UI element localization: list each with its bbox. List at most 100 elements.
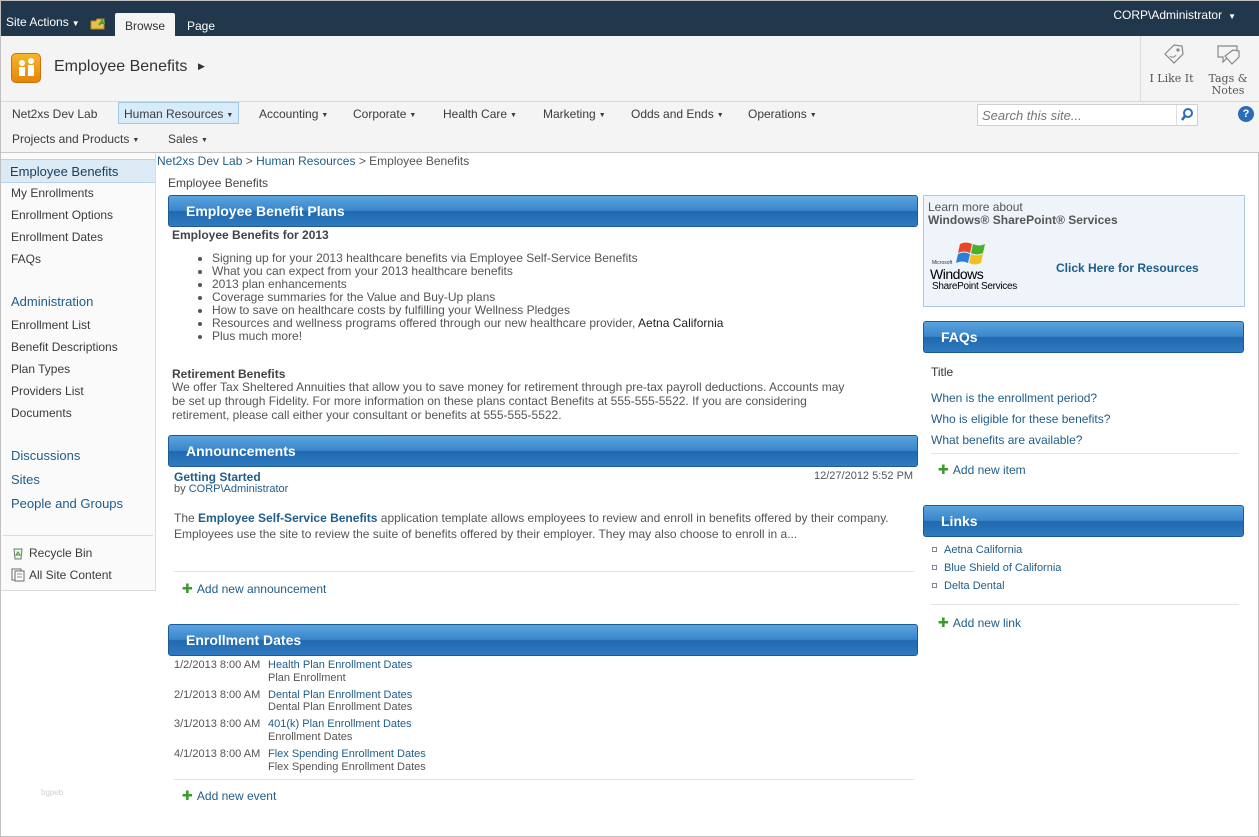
chevron-down-icon: ▼ — [1228, 12, 1236, 21]
chevron-down-icon: ▼ — [409, 112, 417, 119]
links-header[interactable]: Links — [923, 505, 1244, 537]
retirement-head: Retirement Benefits — [172, 367, 286, 381]
ess-benefits-link[interactable]: Employee Self-Service Benefits — [198, 511, 377, 525]
divider — [174, 571, 914, 572]
nav-label: Human Resources — [124, 107, 224, 121]
nav-item-health-care[interactable]: Health Care ▼ — [443, 103, 517, 125]
search-button[interactable] — [1176, 105, 1197, 125]
site-logo-icon[interactable] — [11, 53, 41, 83]
chevron-down-icon: ▼ — [132, 137, 140, 144]
ql-item-my-enrollments[interactable]: My Enrollments — [11, 186, 94, 200]
add-icon: ✚ — [182, 581, 193, 596]
ql-item-plan-types[interactable]: Plan Types — [11, 362, 70, 376]
top-navigation: Net2xs Dev Lab Human Resources ▼ Accounti… — [1, 102, 1259, 153]
event-title[interactable]: Health Plan Enrollment Dates — [268, 659, 412, 671]
add-link-link[interactable]: ✚ Add new link — [938, 615, 1021, 631]
event-title[interactable]: Dental Plan Enrollment Dates — [268, 689, 412, 701]
link-item[interactable]: Aetna California — [932, 544, 1022, 556]
announcement-title[interactable]: Getting Started — [174, 470, 261, 484]
event-sub: Enrollment Dates — [268, 731, 353, 743]
resources-link[interactable]: Click Here for Resources — [1056, 261, 1199, 275]
ql-head-people-and-groups[interactable]: People and Groups — [11, 496, 123, 511]
ql-item-faqs[interactable]: FAQs — [11, 252, 41, 266]
breadcrumb-parent[interactable]: Human Resources — [256, 154, 355, 168]
nav-item-sales[interactable]: Sales ▼ — [168, 128, 208, 150]
list-item: Plus much more! — [212, 330, 723, 343]
event-sub: Plan Enrollment — [268, 672, 346, 684]
title-row: Employee Benefits ▶ I Like It Tags & Note… — [1, 36, 1259, 102]
site-title[interactable]: Employee Benefits — [54, 58, 187, 76]
retirement-line-2: be set up through Fidelity. For more inf… — [172, 394, 807, 408]
tab-page[interactable]: Page — [179, 13, 223, 36]
add-icon: ✚ — [938, 462, 949, 477]
user-menu[interactable]: CORP\Administrator ▼ — [1113, 8, 1236, 22]
announcements-header[interactable]: Announcements — [168, 435, 918, 467]
ql-item-providers-list[interactable]: Providers List — [11, 384, 84, 398]
event-title[interactable]: 401(k) Plan Enrollment Dates — [268, 718, 412, 730]
chevron-right-icon[interactable]: ▶ — [198, 61, 205, 72]
nav-item-net2xs-dev-lab[interactable]: Net2xs Dev Lab — [12, 103, 97, 125]
faqs-header[interactable]: FAQs — [923, 321, 1244, 353]
faq-item[interactable]: What benefits are available? — [931, 433, 1082, 447]
site-actions-menu[interactable]: Site Actions ▼ — [6, 15, 80, 29]
nav-item-corporate[interactable]: Corporate ▼ — [353, 103, 416, 125]
body-text: application template allows employees to… — [380, 511, 889, 525]
link-item[interactable]: Blue Shield of California — [932, 562, 1061, 574]
add-label: Add new announcement — [196, 582, 327, 596]
nav-item-marketing[interactable]: Marketing ▼ — [543, 103, 606, 125]
navigate-up-icon[interactable] — [90, 16, 106, 30]
add-icon: ✚ — [182, 788, 193, 803]
ql-item-enrollment-dates[interactable]: Enrollment Dates — [11, 230, 103, 244]
ql-head-sites[interactable]: Sites — [11, 472, 40, 487]
recycle-bin-icon — [13, 548, 23, 560]
ql-item-enrollment-list[interactable]: Enrollment List — [11, 318, 90, 332]
add-label: Add new item — [952, 463, 1026, 477]
ql-item-enrollment-options[interactable]: Enrollment Options — [11, 208, 113, 222]
nav-item-operations[interactable]: Operations ▼ — [748, 103, 817, 125]
recycle-bin-link[interactable]: Recycle Bin — [11, 546, 92, 560]
search-icon — [1181, 108, 1193, 121]
add-icon: ✚ — [938, 615, 949, 630]
nav-item-projects-and-products[interactable]: Projects and Products ▼ — [12, 128, 139, 150]
nav-label: Projects and Products — [12, 132, 130, 146]
link-label: Aetna California — [944, 544, 1023, 556]
announcement-author[interactable]: CORP\Administrator — [189, 483, 289, 495]
chevron-down-icon: ▼ — [71, 19, 80, 28]
resources-learn: Learn more about — [928, 200, 1023, 214]
site-actions-label: Site Actions — [6, 15, 69, 29]
i-like-it-button[interactable]: I Like It — [1140, 36, 1202, 102]
nav-label: Accounting — [259, 107, 319, 121]
faq-item[interactable]: When is the enrollment period? — [931, 391, 1097, 405]
link-item[interactable]: Delta Dental — [932, 580, 1005, 592]
add-announcement-link[interactable]: ✚ Add new announcement — [182, 581, 326, 597]
add-label: Add new link — [952, 616, 1021, 630]
tab-browse[interactable]: Browse — [115, 13, 175, 36]
ql-item-benefit-descriptions[interactable]: Benefit Descriptions — [11, 340, 118, 354]
ql-item-documents[interactable]: Documents — [11, 406, 72, 420]
nav-item-human-resources[interactable]: Human Resources ▼ — [118, 102, 240, 124]
all-site-content-label: All Site Content — [29, 568, 112, 582]
tags-notes-button[interactable]: Tags & Notes — [1202, 36, 1254, 102]
faq-item[interactable]: Who is eligible for these benefits? — [931, 412, 1110, 426]
search-input[interactable] — [978, 105, 1176, 125]
divider — [174, 779, 914, 780]
ql-head-administration[interactable]: Administration — [11, 294, 93, 309]
event-title[interactable]: Flex Spending Enrollment Dates — [268, 748, 426, 760]
ql-head-discussions[interactable]: Discussions — [11, 448, 80, 463]
chevron-down-icon: ▼ — [510, 112, 517, 119]
benefit-plans-header[interactable]: Employee Benefit Plans — [168, 195, 918, 227]
all-site-content-link[interactable]: All Site Content — [11, 568, 112, 582]
add-event-link[interactable]: ✚ Add new event — [182, 788, 276, 804]
tags-label-line2: Notes — [1211, 84, 1245, 97]
add-faq-link[interactable]: ✚ Add new item — [938, 462, 1026, 478]
faqs-column-title[interactable]: Title — [931, 365, 953, 379]
nav-item-odds-and-ends[interactable]: Odds and Ends ▼ — [631, 103, 724, 125]
divider — [3, 535, 153, 536]
bullet-icon — [932, 583, 937, 588]
quick-launch-selected[interactable]: Employee Benefits — [1, 159, 155, 183]
enrollment-dates-header[interactable]: Enrollment Dates — [168, 624, 918, 656]
nav-item-accounting[interactable]: Accounting ▼ — [259, 103, 328, 125]
nav-label: Operations — [748, 107, 807, 121]
breadcrumb-root[interactable]: Net2xs Dev Lab — [157, 154, 242, 168]
help-icon[interactable]: ? — [1238, 106, 1254, 122]
